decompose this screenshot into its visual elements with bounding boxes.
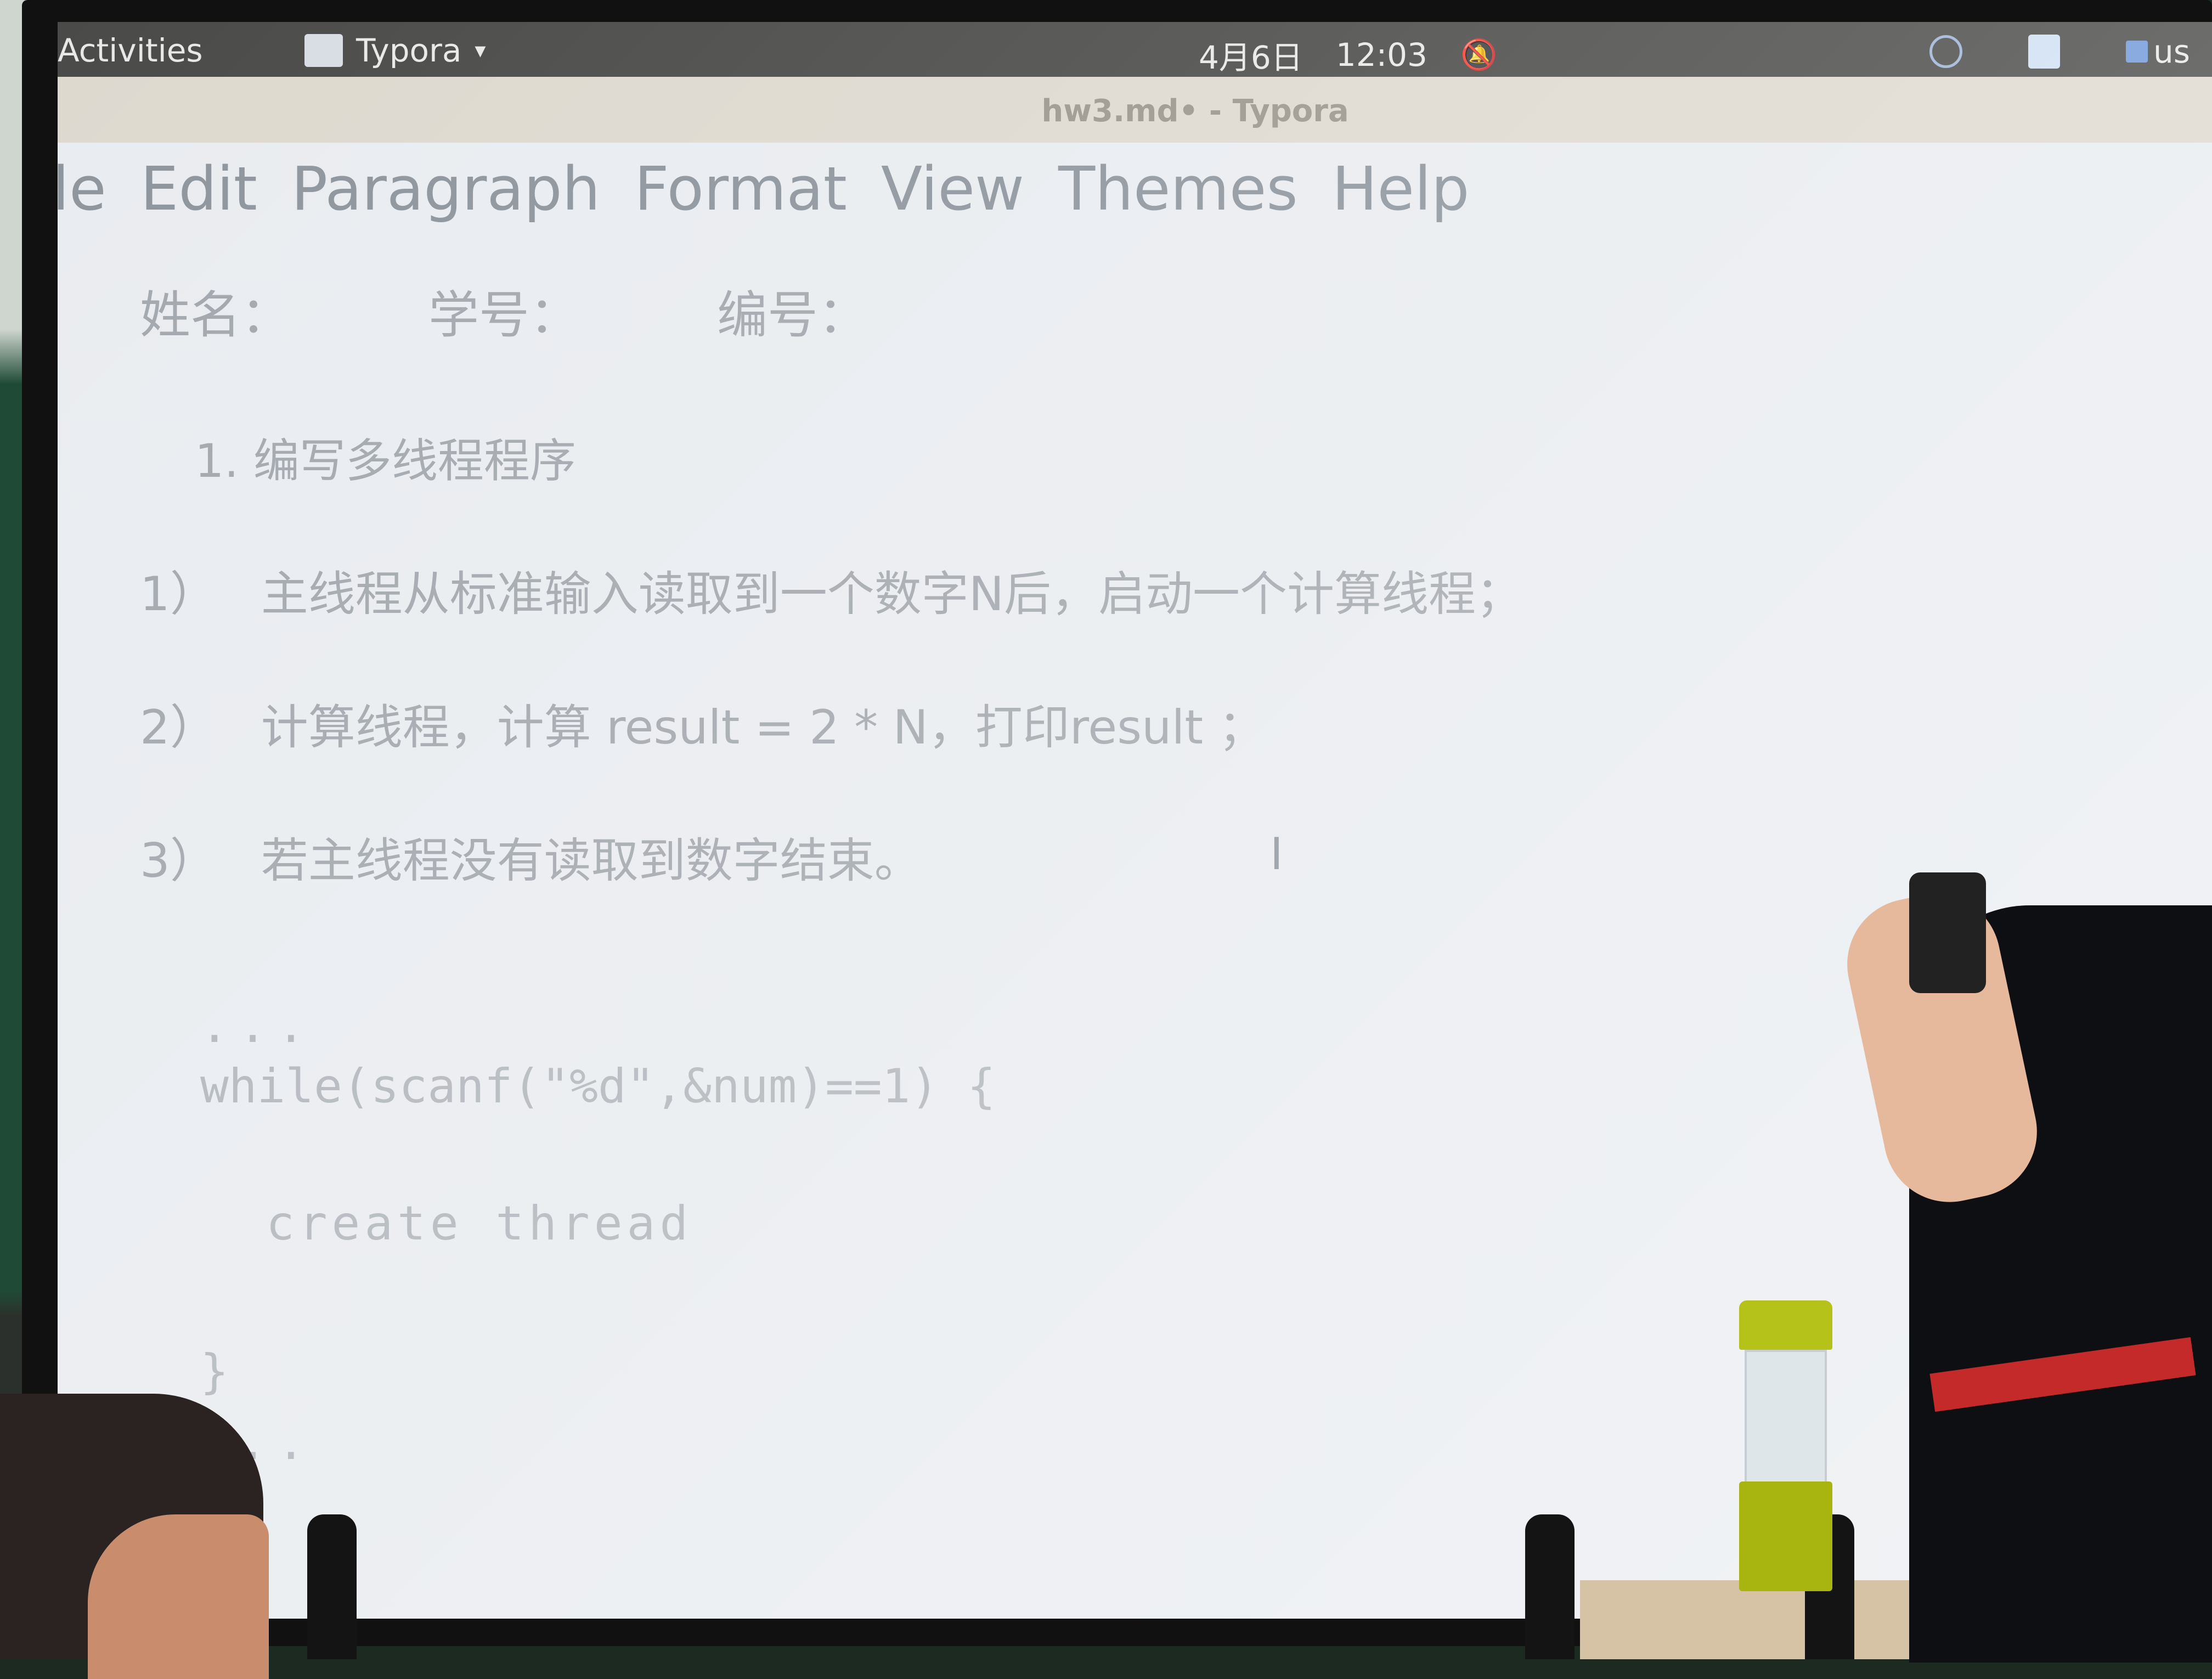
list-item-number: 3） xyxy=(140,833,217,888)
menu-edit[interactable]: Edit xyxy=(140,143,257,230)
chair xyxy=(1525,1514,1575,1659)
menu-view[interactable]: View xyxy=(881,143,1024,230)
name-field-label: 姓名： xyxy=(140,286,292,345)
document-icon[interactable] xyxy=(2028,35,2061,69)
app-menu-label: Typora xyxy=(356,32,462,69)
chair xyxy=(307,1514,357,1659)
student-info-fields: 姓名： 学号： 编号： xyxy=(140,274,2115,347)
keyboard-layout-label: us xyxy=(2153,33,2190,70)
text-cursor-icon: I xyxy=(1270,829,1283,880)
keyboard-icon xyxy=(2126,41,2148,63)
bottle-cap xyxy=(1739,1300,1832,1350)
list-item: 3） 若主线程没有读取到数字结束。 xyxy=(140,822,2115,891)
phone-camera-icon xyxy=(1909,872,1986,993)
code-fence-close: ... xyxy=(200,1416,315,1470)
activities-button[interactable]: Activities xyxy=(58,32,203,69)
list-item: 1） 主线程从标准输入读取到一个数字N后，启动一个计算线程； xyxy=(140,555,2115,624)
notifications-off-icon: 🔕 xyxy=(1460,37,1498,72)
window-title: hw3.md• - Typora xyxy=(1041,93,1349,129)
number-field-label: 编号： xyxy=(717,286,869,345)
code-fence-open: ... xyxy=(200,999,315,1053)
menu-help[interactable]: Help xyxy=(1332,143,1470,230)
person-photographing xyxy=(1835,872,2212,1663)
jacket-stripe xyxy=(1929,1337,2196,1412)
person-left xyxy=(0,1394,269,1679)
app-menu[interactable]: Typora ▾ xyxy=(304,32,486,69)
list-item-text: 主线程从标准输入读取到一个数字N后，启动一个计算线程； xyxy=(261,567,1523,622)
typora-app-icon xyxy=(304,34,343,67)
system-tray: us xyxy=(1929,33,2190,70)
list-item-text: 若主线程没有读取到数字结束。 xyxy=(261,833,922,888)
keyboard-layout-indicator[interactable]: us xyxy=(2126,33,2190,70)
person-arm xyxy=(88,1514,269,1679)
menu-format[interactable]: Format xyxy=(634,143,847,230)
bottle-base xyxy=(1739,1481,1832,1591)
list-item-text: 计算线程，计算 result = 2 * N，打印result ； xyxy=(261,700,1266,755)
code-line: while(scanf("%d",&num)==1) { xyxy=(200,1059,996,1114)
window-title-bar[interactable]: hw3.md• - Typora xyxy=(58,77,2212,143)
water-bottle xyxy=(1739,1300,1832,1591)
menu-bar: ile Edit Paragraph Format View Themes He… xyxy=(58,143,1469,230)
code-line: } xyxy=(200,1344,229,1399)
clock-date: 4月6日 xyxy=(1199,39,1303,76)
student-id-field-label: 学号： xyxy=(428,286,580,345)
list-item-number: 2） xyxy=(140,700,217,755)
menu-paragraph[interactable]: Paragraph xyxy=(291,143,600,230)
list-item: 2） 计算线程，计算 result = 2 * N，打印result ； xyxy=(140,689,2115,757)
editor-document[interactable]: 姓名： 学号： 编号： 1. 编写多线程程序 1） 主线程从标准输入读取到一个数… xyxy=(140,274,2115,891)
chevron-down-icon: ▾ xyxy=(475,38,486,63)
sync-icon[interactable] xyxy=(1929,35,1963,68)
code-block[interactable]: ... while(scanf("%d",&num)==1) { create … xyxy=(200,999,996,1470)
menu-themes[interactable]: Themes xyxy=(1058,143,1298,230)
code-line: create thread xyxy=(266,1196,693,1251)
clock[interactable]: 4月6日 12:03 🔕 xyxy=(1199,32,1497,78)
clock-time: 12:03 xyxy=(1335,36,1427,74)
menu-file[interactable]: ile xyxy=(58,143,106,230)
assignment-heading: 1. 编写多线程程序 xyxy=(195,434,576,488)
screen: Activities Typora ▾ 4月6日 12:03 🔕 us hw3.… xyxy=(58,22,2212,1619)
list-item-number: 1） xyxy=(140,567,217,622)
system-top-bar: Activities Typora ▾ 4月6日 12:03 🔕 us xyxy=(58,22,2212,77)
